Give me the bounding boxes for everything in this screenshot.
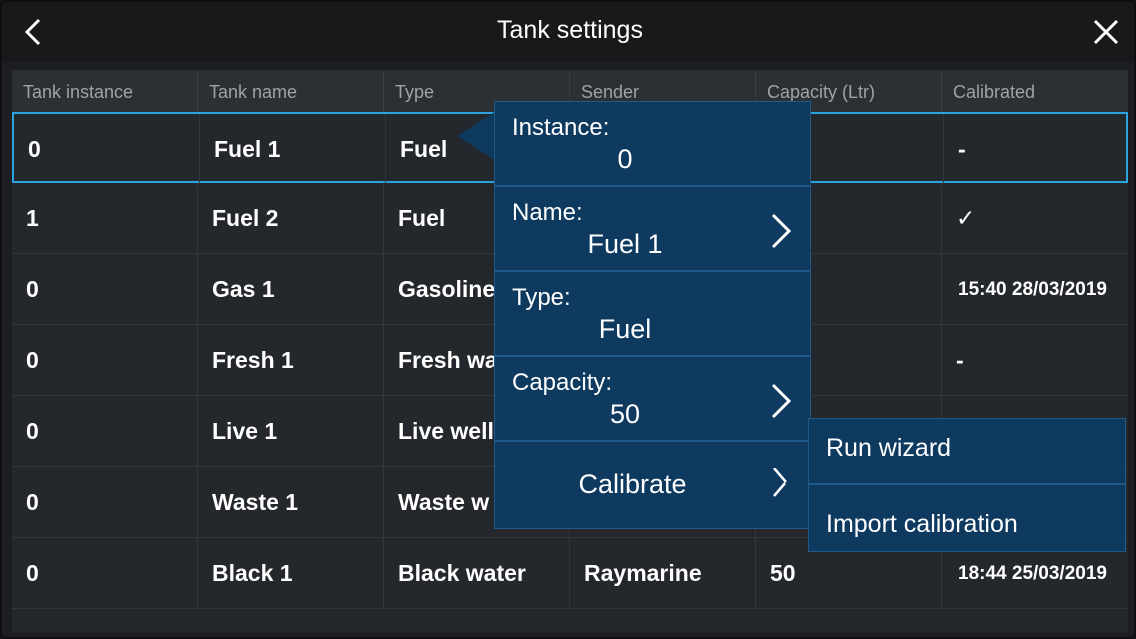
page-title: Tank settings	[497, 16, 643, 44]
title-bar: Tank settings	[2, 2, 1134, 62]
cell-instance: 0	[14, 114, 200, 185]
capacity-value: 50	[609, 399, 641, 429]
instance-value: 0	[617, 144, 633, 174]
cell-type: Black water	[384, 538, 570, 609]
calibrate-submenu: Run wizard Import calibration	[808, 418, 1126, 552]
cell-name: Fuel 1	[200, 114, 386, 185]
cell-name: Black 1	[198, 538, 384, 609]
column-header-calibrated: Calibrated	[953, 82, 1036, 102]
instance-label: Instance:	[512, 114, 610, 141]
cell-instance: 0	[12, 467, 198, 538]
cell-calibrated: -	[956, 347, 964, 373]
tank-settings-window: Tank settings Tank instance Tank name Ty…	[0, 0, 1136, 639]
name-value: Fuel 1	[587, 229, 663, 259]
cell-name: Fresh 1	[198, 325, 384, 396]
capacity-label: Capacity:	[512, 369, 613, 396]
popup-item-instance[interactable]: Instance: 0	[495, 102, 810, 187]
popup-item-type[interactable]: Type: Fuel	[495, 272, 810, 357]
cell-calibrated: -	[958, 136, 966, 162]
cell-calibrated: 15:40 28/03/2019	[958, 279, 1107, 300]
close-button[interactable]	[1086, 12, 1126, 52]
cell-sender: Raymarine	[570, 538, 756, 609]
type-label: Type:	[512, 284, 571, 311]
popup-pointer	[457, 112, 495, 160]
import-calibration-item[interactable]: Import calibration	[809, 487, 1125, 553]
name-label: Name:	[512, 199, 583, 226]
popup-item-name[interactable]: Name: Fuel 1	[495, 187, 810, 272]
cell-name: Live 1	[198, 396, 384, 467]
cell-instance: 0	[12, 325, 198, 396]
chevron-right-icon	[773, 468, 810, 506]
calibrate-label: Calibrate	[578, 469, 687, 499]
cell-instance: 1	[12, 183, 198, 254]
cell-instance: 0	[12, 538, 198, 609]
column-header-tank-name: Tank name	[198, 70, 384, 112]
popup-item-capacity[interactable]: Capacity: 50	[495, 357, 810, 442]
cell-instance: 0	[12, 254, 198, 325]
popup-item-calibrate[interactable]: Calibrate	[495, 442, 810, 527]
cell-name: Fuel 2	[198, 183, 384, 254]
close-icon	[1093, 19, 1119, 45]
cell-name: Gas 1	[198, 254, 384, 325]
run-wizard-item[interactable]: Run wizard	[809, 419, 1125, 485]
chevron-right-icon	[771, 383, 792, 419]
tank-options-popup: Instance: 0 Name: Fuel 1 Type: Fuel Capa…	[494, 101, 811, 529]
type-value: Fuel	[598, 314, 652, 344]
cell-instance: 0	[12, 396, 198, 467]
column-header-tank-instance: Tank instance	[12, 70, 198, 112]
cell-calibrated: ✓	[956, 205, 976, 231]
cell-name: Waste 1	[198, 467, 384, 538]
chevron-right-icon	[771, 213, 792, 249]
